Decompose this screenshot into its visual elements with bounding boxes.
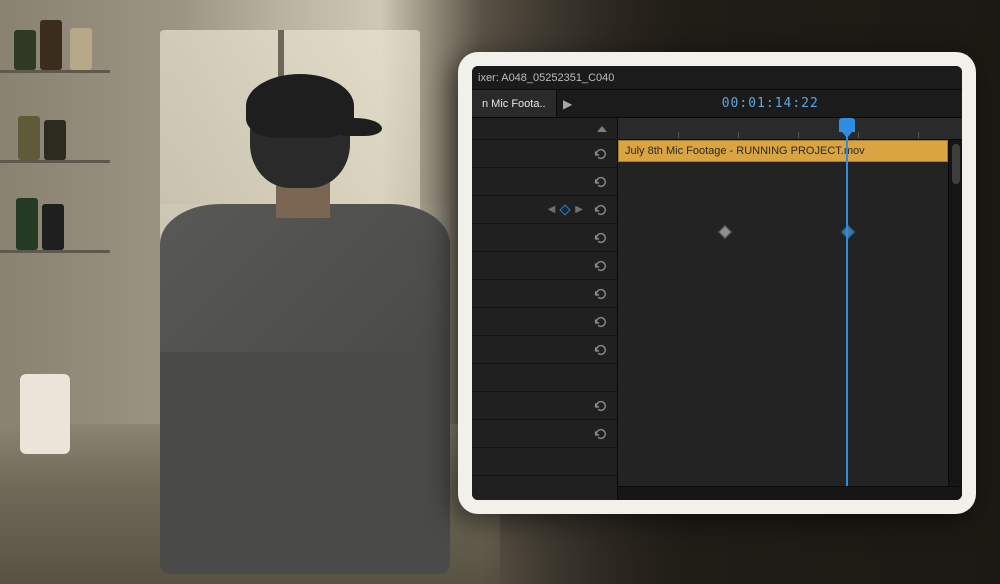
- playhead-handle[interactable]: [839, 118, 855, 132]
- reset-icon[interactable]: [593, 315, 607, 329]
- panel-paper-frame: ixer: A048_05252351_C040 n Mic Foota.. ▶…: [462, 56, 972, 510]
- track-header-row: [472, 140, 617, 168]
- keyframe-next-icon[interactable]: ▶: [575, 204, 583, 215]
- track-header-row-empty: [472, 448, 617, 476]
- track-header-row-empty: [472, 364, 617, 392]
- track-header-row-keyframe: ◀ ▶: [472, 196, 617, 224]
- panel-body: ◀ ▶: [472, 118, 962, 500]
- keyframe-lane[interactable]: [618, 218, 962, 246]
- effect-controls-panel: ixer: A048_05252351_C040 n Mic Foota.. ▶…: [472, 66, 962, 500]
- track-header-row: [472, 392, 617, 420]
- reset-icon[interactable]: [593, 259, 607, 273]
- keyframe-prev-icon[interactable]: ◀: [548, 204, 556, 215]
- vertical-scrollbar[interactable]: [948, 140, 962, 486]
- reset-icon[interactable]: [593, 203, 607, 217]
- horizontal-scrollbar[interactable]: [618, 486, 962, 500]
- collapse-up-icon[interactable]: [597, 126, 607, 132]
- time-ruler[interactable]: [618, 118, 962, 140]
- track-header-row: [472, 224, 617, 252]
- timeline-area[interactable]: July 8th Mic Footage - RUNNING PROJECT.m…: [618, 118, 962, 500]
- keyframe-toggle-icon[interactable]: [560, 204, 571, 215]
- person-silhouette: [120, 78, 440, 558]
- track-header-row: [472, 252, 617, 280]
- reset-icon[interactable]: [593, 287, 607, 301]
- reset-icon[interactable]: [593, 399, 607, 413]
- keyframe-diamond[interactable]: [718, 225, 732, 239]
- vertical-scroll-thumb[interactable]: [952, 144, 960, 184]
- timecode-display[interactable]: 00:01:14:22: [579, 90, 962, 117]
- reset-icon[interactable]: [593, 343, 607, 357]
- reset-icon[interactable]: [593, 147, 607, 161]
- kitchen-shelves: [0, 0, 120, 420]
- track-header-row: [472, 280, 617, 308]
- paper-towel: [20, 374, 70, 454]
- track-header-row: [472, 168, 617, 196]
- reset-icon[interactable]: [593, 175, 607, 189]
- video-clip[interactable]: July 8th Mic Footage - RUNNING PROJECT.m…: [618, 140, 948, 162]
- tabs-row: n Mic Foota.. ▶ 00:01:14:22: [472, 90, 962, 118]
- track-header-row: [472, 308, 617, 336]
- track-header-row: [472, 420, 617, 448]
- tab-overflow-arrow[interactable]: ▶: [557, 90, 579, 117]
- tab-active[interactable]: n Mic Foota..: [472, 90, 557, 117]
- keyframe-diamond-selected[interactable]: [841, 225, 855, 239]
- panel-title: ixer: A048_05252351_C040: [478, 72, 614, 84]
- reset-icon[interactable]: [593, 231, 607, 245]
- panel-title-bar: ixer: A048_05252351_C040: [472, 66, 962, 90]
- playhead-line[interactable]: [846, 118, 848, 500]
- track-header-spacer: [472, 118, 617, 140]
- reset-icon[interactable]: [593, 427, 607, 441]
- track-header-column: ◀ ▶: [472, 118, 618, 500]
- track-header-row: [472, 336, 617, 364]
